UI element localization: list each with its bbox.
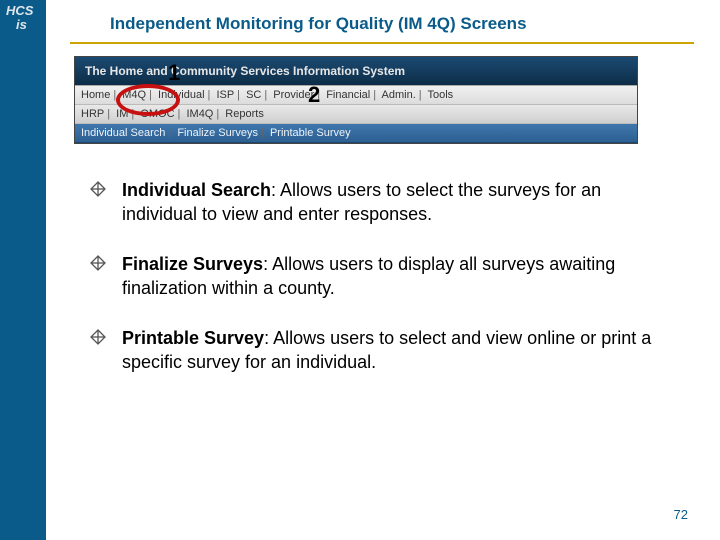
nav-item[interactable]: ISP [216, 89, 234, 101]
bullet-text: Finalize Surveys: Allows users to displa… [112, 252, 674, 300]
page-number: 72 [674, 507, 688, 522]
bullet-lead: Printable Survey [122, 328, 264, 348]
nav-item[interactable]: HRP [81, 108, 104, 120]
red-oval-callout [116, 84, 180, 116]
nav-sep: | [213, 108, 222, 120]
hcsis-logo: HCS is [6, 4, 33, 32]
nav-item[interactable]: Home [81, 89, 110, 101]
nav-item[interactable]: Finalize Surveys [177, 127, 258, 139]
nav-sep: | [416, 89, 425, 101]
nav-sep: | [370, 89, 379, 101]
title-underline [70, 42, 694, 44]
logo-line2: is [6, 18, 33, 32]
bullet-list: Individual Search: Allows users to selec… [90, 178, 674, 400]
nav-item[interactable]: Admin. [382, 89, 416, 101]
nav-sep: | [258, 127, 267, 139]
logo-line1: HCS [6, 4, 33, 18]
nav-item[interactable]: Printable Survey [270, 127, 351, 139]
slide-title: Independent Monitoring for Quality (IM 4… [110, 14, 527, 34]
left-accent-bar [0, 0, 46, 540]
nav-item[interactable]: SC [246, 89, 261, 101]
nav-sep: | [104, 108, 113, 120]
callout-number-2: 2 [308, 82, 320, 108]
diamond-bullet-icon [90, 326, 112, 374]
nav-item[interactable]: Tools [428, 89, 454, 101]
bullet-item: Individual Search: Allows users to selec… [90, 178, 674, 226]
app-banner: The Home and Community Services Informat… [75, 57, 637, 85]
nav-item[interactable]: Individual Search [81, 127, 165, 139]
bullet-item: Finalize Surveys: Allows users to displa… [90, 252, 674, 300]
nav-sep: | [205, 89, 214, 101]
diamond-bullet-icon [90, 178, 112, 226]
bullet-item: Printable Survey: Allows users to select… [90, 326, 674, 374]
nav-item[interactable]: IM4Q [186, 108, 213, 120]
nav-tertiary: Individual Search| Finalize Surveys| Pri… [75, 124, 637, 143]
callout-number-1: 1 [168, 60, 180, 86]
nav-item[interactable]: Financial [326, 89, 370, 101]
bullet-text: Printable Survey: Allows users to select… [112, 326, 674, 374]
nav-sep: | [234, 89, 243, 101]
nav-sep: | [165, 127, 174, 139]
nav-sep: | [175, 108, 184, 120]
diamond-bullet-icon [90, 252, 112, 300]
nav-sep: | [261, 89, 270, 101]
nav-item[interactable]: Reports [225, 108, 264, 120]
bullet-lead: Finalize Surveys [122, 254, 263, 274]
bullet-text: Individual Search: Allows users to selec… [112, 178, 674, 226]
bullet-lead: Individual Search [122, 180, 271, 200]
